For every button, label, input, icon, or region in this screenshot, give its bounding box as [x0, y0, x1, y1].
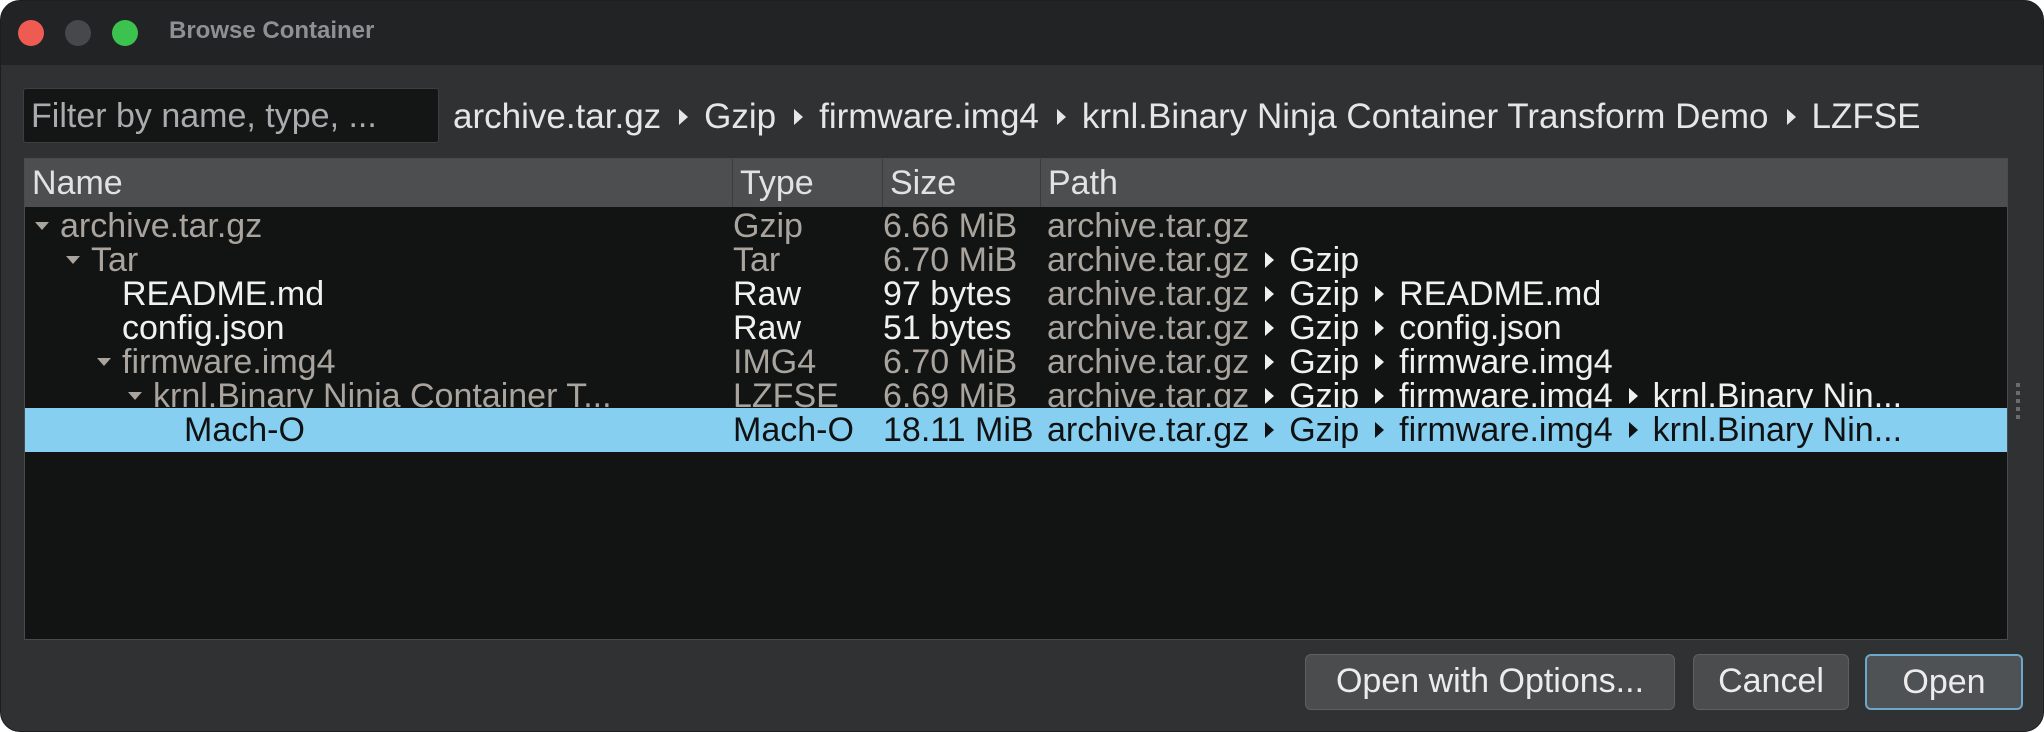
chevron-right-icon	[679, 109, 689, 125]
chevron-right-icon	[1265, 286, 1275, 302]
open-button[interactable]: Open	[1865, 654, 2023, 710]
chevron-right-icon	[1265, 252, 1275, 268]
chevron-right-icon	[1265, 354, 1275, 370]
filter-input[interactable]: Filter by name, type, ...	[23, 88, 439, 143]
path-segment: Gzip	[1289, 411, 1360, 449]
resize-grip-icon[interactable]	[2016, 383, 2020, 419]
path-segment: archive.tar.gz	[1047, 411, 1250, 449]
chevron-right-icon	[1628, 388, 1638, 404]
column-header-size[interactable]: Size	[883, 159, 1041, 207]
breadcrumb-item[interactable]: LZFSE	[1812, 97, 1921, 137]
column-header-name[interactable]: Name	[25, 159, 733, 207]
table-header: Name Type Size Path	[25, 159, 2007, 207]
chevron-right-icon	[1375, 354, 1385, 370]
chevron-right-icon	[1265, 388, 1275, 404]
chevron-right-icon	[1265, 320, 1275, 336]
chevron-down-icon[interactable]	[66, 256, 80, 264]
maximize-window-button[interactable]	[112, 20, 138, 46]
breadcrumb-item[interactable]: firmware.img4	[819, 97, 1039, 137]
column-header-path[interactable]: Path	[1041, 159, 2007, 207]
path-segment: firmware.img4	[1399, 411, 1613, 449]
chevron-right-icon	[1265, 422, 1275, 438]
column-header-type[interactable]: Type	[733, 159, 883, 207]
chevron-right-icon	[1056, 109, 1066, 125]
breadcrumb-item[interactable]: krnl.Binary Ninja Container Transform De…	[1082, 97, 1769, 137]
chevron-right-icon	[1375, 286, 1385, 302]
name-cell: Mach-O	[25, 408, 725, 452]
window-title: Browse Container	[169, 17, 375, 44]
breadcrumb-item[interactable]: Gzip	[704, 97, 776, 137]
table-row[interactable]: Mach-O Mach-O 18.11 MiB archive.tar.gz Gzip f…	[25, 408, 2007, 452]
size-cell: 18.11 MiB	[883, 411, 1034, 449]
breadcrumb: archive.tar.gz Gzip firmware.img4 krnl.Bina…	[453, 92, 1920, 142]
chevron-right-icon	[1628, 422, 1638, 438]
close-window-button[interactable]	[18, 20, 44, 46]
chevron-down-icon[interactable]	[128, 392, 142, 400]
chevron-down-icon[interactable]	[35, 222, 49, 230]
chevron-right-icon	[1375, 388, 1385, 404]
item-name: Mach-O	[184, 411, 305, 449]
chevron-down-icon[interactable]	[97, 358, 111, 366]
browse-container-dialog: Browse Container Filter by name, type, .…	[0, 0, 2044, 732]
chevron-right-icon	[1375, 422, 1385, 438]
chevron-right-icon	[1786, 109, 1796, 125]
cancel-button[interactable]: Cancel	[1693, 654, 1849, 710]
path-segment: krnl.Binary Nin...	[1652, 411, 1903, 449]
type-cell: Mach-O	[733, 411, 854, 449]
minimize-window-button[interactable]	[65, 20, 91, 46]
title-bar: Browse Container	[1, 1, 2043, 65]
open-with-options-button[interactable]: Open with Options...	[1305, 654, 1675, 710]
chevron-right-icon	[1375, 320, 1385, 336]
chevron-right-icon	[794, 109, 804, 125]
path-cell: archive.tar.gz Gzip firmware.img4 krnl.Bina…	[1047, 408, 2027, 452]
breadcrumb-item[interactable]: archive.tar.gz	[453, 97, 661, 137]
container-tree-table: Name Type Size Path archive.tar.gz Gzip 6.…	[24, 158, 2008, 640]
